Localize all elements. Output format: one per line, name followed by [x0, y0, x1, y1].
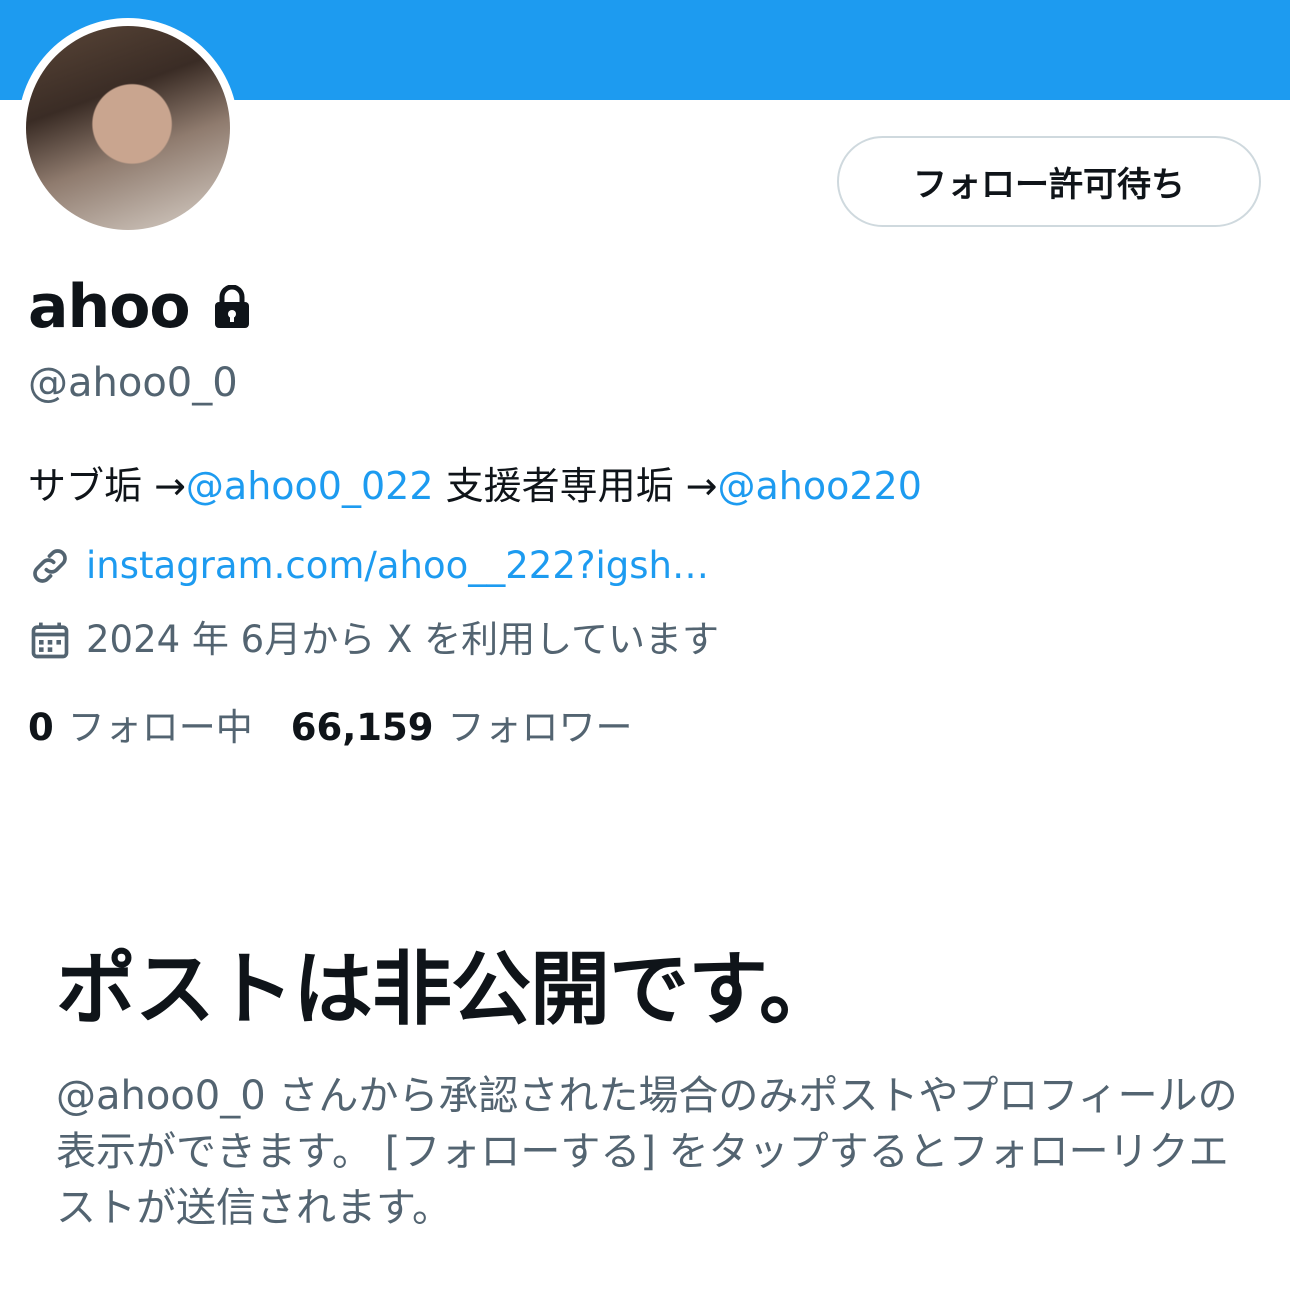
bio-text-1: サブ垢 →	[28, 464, 186, 508]
following-count: 0	[28, 706, 54, 749]
followers-label: フォロワー	[447, 706, 633, 749]
followers-stat[interactable]: 66,159 フォロワー	[291, 702, 633, 754]
display-name-row: ahoo	[28, 272, 252, 342]
avatar[interactable]	[26, 26, 230, 230]
display-name: ahoo	[28, 272, 191, 342]
profile-handle: @ahoo0_0	[28, 360, 238, 406]
followers-count: 66,159	[290, 706, 434, 749]
bio-text-2: 支援者専用垢 →	[433, 464, 718, 508]
follow-stats: 0 フォロー中 66,159 フォロワー	[28, 702, 633, 754]
profile-url-row: instagram.com/ahoo__222?igsh…	[28, 540, 709, 592]
following-stat[interactable]: 0 フォロー中	[28, 702, 253, 754]
calendar-icon	[28, 618, 72, 662]
follow-pending-button[interactable]: フォロー許可待ち	[837, 136, 1261, 227]
bio-mention-support[interactable]: @ahoo220	[718, 464, 922, 508]
private-posts-description: @ahoo0_0 さんから承認された場合のみポストやプロフィールの表示ができます…	[56, 1073, 1238, 1231]
private-posts-title: ポストは非公開です。	[56, 943, 839, 1036]
profile-url-link[interactable]: instagram.com/ahoo__222?igsh…	[86, 540, 709, 592]
link-icon	[28, 544, 72, 588]
profile-bio: サブ垢 →@ahoo0_022 支援者専用垢 →@ahoo220	[28, 460, 922, 512]
bio-mention-sub[interactable]: @ahoo0_022	[186, 464, 434, 508]
avatar-frame	[18, 18, 238, 238]
lock-icon	[212, 284, 252, 329]
joined-date-row: 2024 年 6月から X を利用しています	[28, 614, 719, 666]
joined-date-text: 2024 年 6月から X を利用しています	[86, 618, 719, 661]
following-label: フォロー中	[67, 706, 253, 749]
